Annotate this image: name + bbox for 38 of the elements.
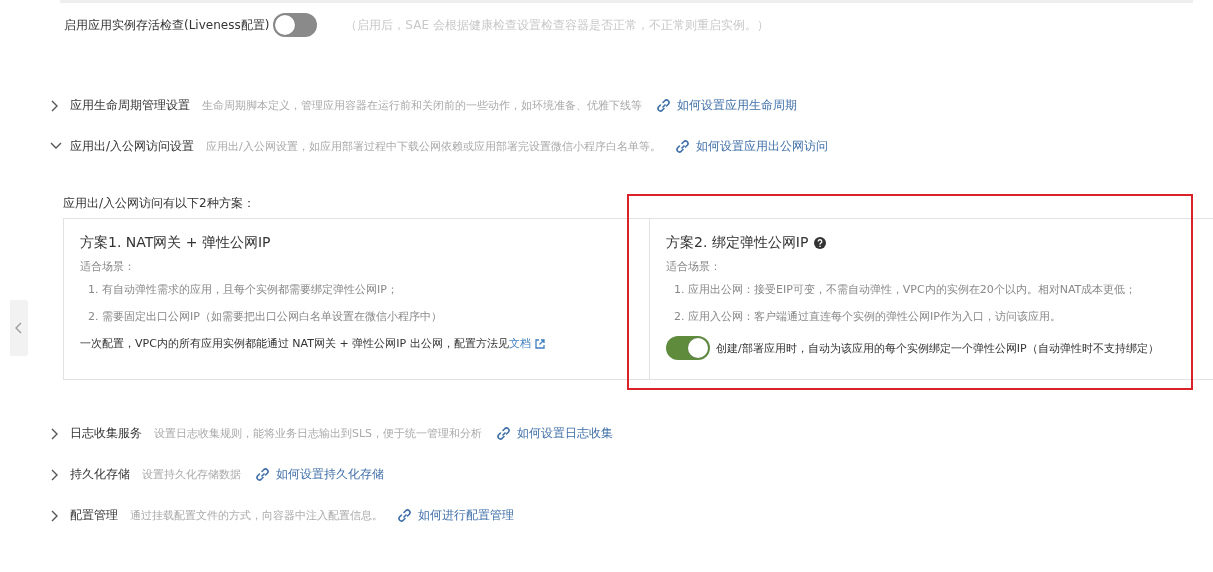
- link-icon: [674, 139, 690, 154]
- scenario-item: 2. 应用入公网：客户端通过直连每个实例的弹性公网IP作为入口，访问该应用。: [673, 309, 1062, 325]
- section-toggle[interactable]: 应用出/入公网访问设置: [50, 138, 195, 155]
- help-link[interactable]: 如何进行配置管理: [397, 507, 514, 524]
- intro-text: 应用出/入公网访问有以下2种方案：: [63, 195, 256, 212]
- scenario-item: 1. 有自动弹性需求的应用，且每个实例都需要绑定弹性公网IP；: [87, 282, 399, 298]
- section-description: 设置持久化存储数据: [142, 467, 241, 482]
- note-text: 一次配置，VPC内的所有应用实例都能通过 NAT网关 + 弹性公网IP 出公网，配置方法见: [80, 336, 509, 351]
- toggle-label: 创建/部署应用时，自动为该应用的每个实例绑定一个弹性公网IP（自动弹性时不支持绑定）: [716, 340, 1159, 356]
- toggle-switch[interactable]: [666, 336, 710, 360]
- section-toggle[interactable]: 配置管理: [50, 507, 118, 524]
- help-link[interactable]: 如何设置日志收集: [496, 425, 614, 442]
- section-toggle[interactable]: 应用生命周期管理设置: [50, 97, 190, 114]
- setting-label: 启用应用实例存活检查(Liveness配置): [64, 16, 270, 34]
- section-description: 通过挂载配置文件的方式，向容器中注入配置信息。: [130, 508, 383, 523]
- section-description: 应用出/入公网设置，如应用部署过程中下载公网依赖或应用部署完设置微信小程序白名单等。: [206, 139, 661, 154]
- link-icon: [397, 508, 412, 523]
- section-description: 生命周期脚本定义，管理应用容器在运行前和关闭前的一些动作，如环境准备、优雅下线等: [202, 98, 642, 113]
- plan-title: 方案2. 绑定弹性公网IP: [666, 234, 809, 252]
- help-icon: [814, 237, 827, 249]
- link-icon: [656, 98, 671, 113]
- doc-link[interactable]: 文档: [508, 336, 546, 351]
- scenario-label: 适合场景：: [666, 259, 722, 275]
- scenario-label: 适合场景：: [80, 259, 136, 275]
- plan-title: 方案1. NAT网关 + 弹性公网IP: [80, 234, 271, 252]
- section-description: 设置日志收集规则，能将业务日志输出到SLS，便于统一管理和分析: [154, 426, 483, 441]
- help-link[interactable]: 如何设置应用生命周期: [656, 97, 797, 114]
- link-icon: [255, 467, 270, 482]
- section-toggle[interactable]: 持久化存储: [50, 466, 130, 483]
- link-icon: [496, 426, 512, 441]
- chevron-left-icon: [15, 322, 23, 334]
- help-link[interactable]: 如何设置持久化存储: [255, 466, 384, 483]
- scenario-item: 2. 需要固定出口公网IP（如需要把出口公网白名单设置在微信小程序中）: [87, 309, 443, 325]
- external-link-icon: [533, 337, 546, 350]
- scenario-item: 1. 应用出公网：接受EIP可变，不需自动弹性，VPC内的实例在20个以内。相对NAT成本更低；: [673, 282, 1138, 298]
- section-toggle[interactable]: 日志收集服务: [50, 425, 142, 442]
- toggle-switch[interactable]: [273, 13, 318, 37]
- help-link[interactable]: 如何设置应用出公网访问: [674, 138, 828, 155]
